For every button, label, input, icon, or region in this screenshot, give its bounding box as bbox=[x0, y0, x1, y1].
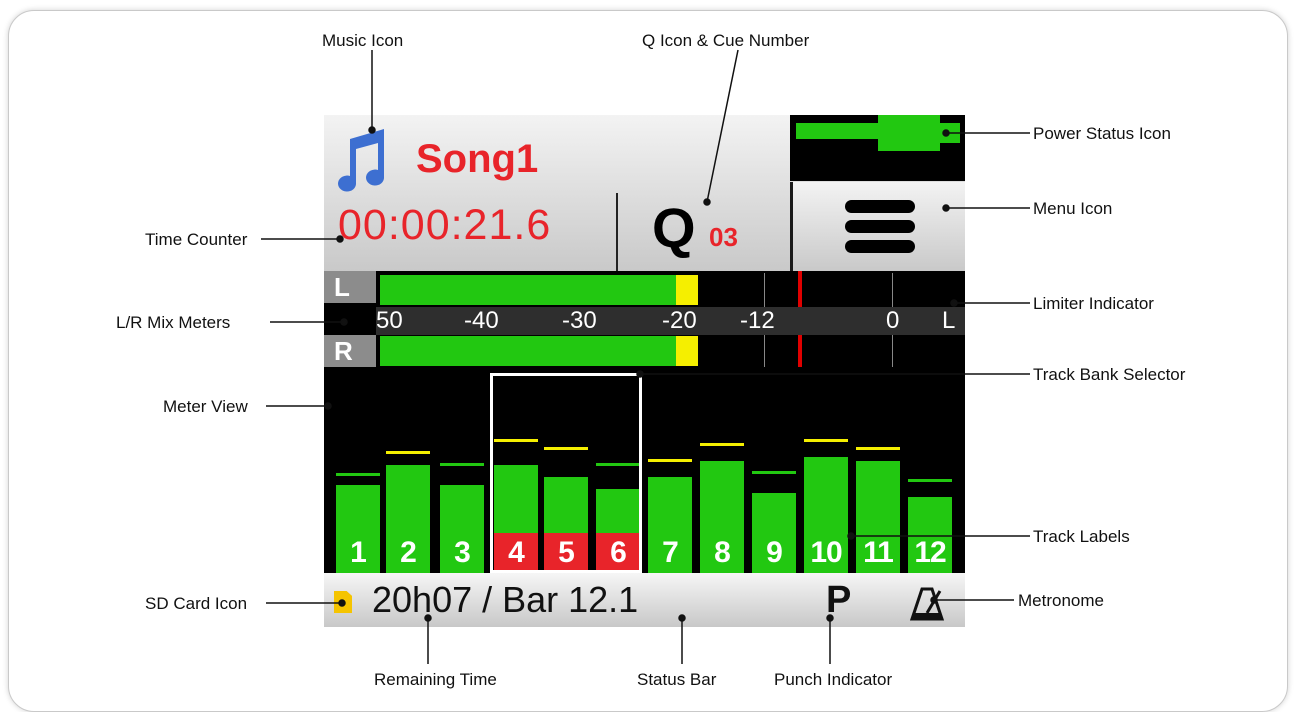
callout-mix-meters: L/R Mix Meters bbox=[116, 313, 231, 332]
callout-time-counter: Time Counter bbox=[145, 230, 248, 249]
callout-punch-indicator: Punch Indicator bbox=[774, 670, 893, 689]
callout-meter-view: Meter View bbox=[163, 397, 248, 416]
callout-track-bank: Track Bank Selector bbox=[1033, 365, 1186, 384]
callout-q-icon: Q Icon & Cue Number bbox=[642, 31, 810, 50]
callout-metronome: Metronome bbox=[1018, 591, 1104, 610]
callout-limiter: Limiter Indicator bbox=[1033, 294, 1154, 313]
callout-track-labels: Track Labels bbox=[1033, 527, 1130, 546]
callout-status-bar: Status Bar bbox=[637, 670, 717, 689]
callout-power-status: Power Status Icon bbox=[1033, 124, 1171, 143]
callout-music-icon: Music Icon bbox=[322, 31, 404, 50]
callout-menu-icon: Menu Icon bbox=[1033, 199, 1113, 218]
callout-sd-card: SD Card Icon bbox=[145, 594, 248, 613]
callout-remaining-time: Remaining Time bbox=[374, 670, 497, 689]
